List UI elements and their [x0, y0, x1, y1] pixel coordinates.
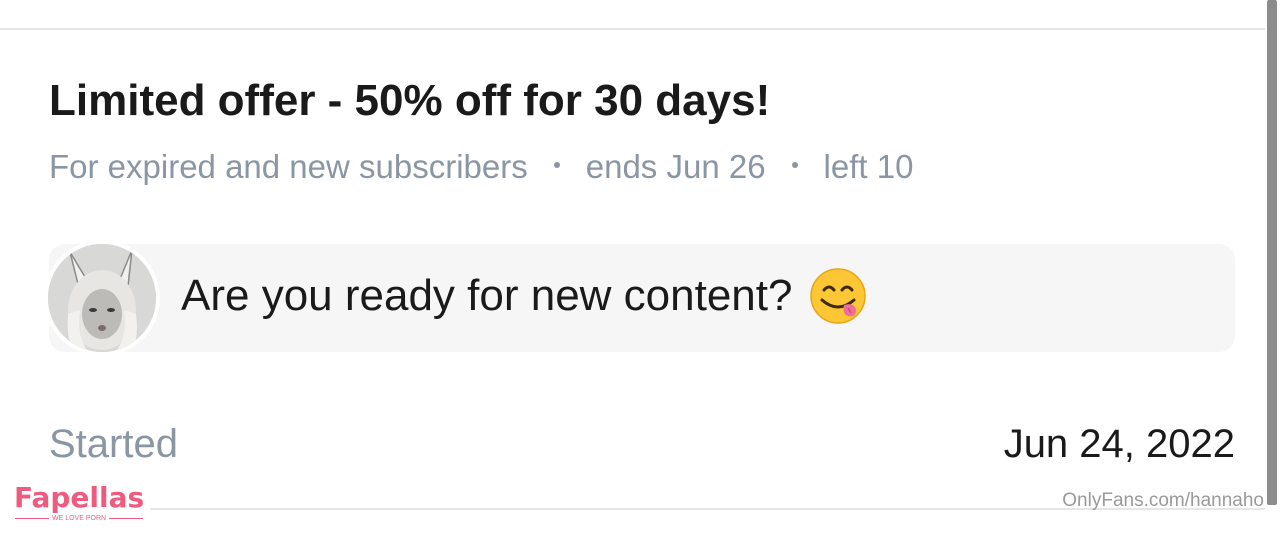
avatar-image [48, 244, 156, 352]
avatar-portrait-icon [48, 244, 156, 352]
top-divider [0, 28, 1265, 30]
brand-watermark-text: Fapellas [13, 481, 145, 514]
offer-title: Limited offer - 50% off for 30 days! [49, 76, 771, 125]
meta-separator-dot [553, 162, 560, 168]
tagline-text: WE LOVE PORN [52, 515, 107, 522]
scrollbar[interactable] [1265, 0, 1284, 535]
started-label: Started [49, 422, 178, 466]
brand-watermark-tagline: WE LOVE PORN [12, 515, 146, 522]
url-watermark: OnlyFans.com/hannaho [1062, 490, 1264, 511]
brand-watermark: Fapellas WE LOVE PORN [12, 481, 146, 523]
offer-audience: For expired and new subscribers [49, 148, 528, 185]
started-date: Jun 24, 2022 [1003, 422, 1235, 466]
offer-end-date: ends Jun 26 [585, 148, 766, 185]
offer-meta: For expired and new subscribers ends Jun… [49, 148, 913, 186]
message-text: Are you ready for new content? [181, 268, 867, 324]
avatar[interactable] [44, 240, 160, 356]
scrollbar-thumb[interactable] [1267, 0, 1277, 505]
message-body: Are you ready for new content? [181, 271, 793, 320]
tagline-rule [109, 518, 144, 519]
offer-remaining: left 10 [823, 148, 914, 185]
face-savoring-food-icon [810, 268, 867, 324]
meta-separator-dot [791, 162, 798, 168]
tagline-rule [15, 518, 49, 519]
offer-card: Limited offer - 50% off for 30 days! For… [0, 0, 1284, 535]
